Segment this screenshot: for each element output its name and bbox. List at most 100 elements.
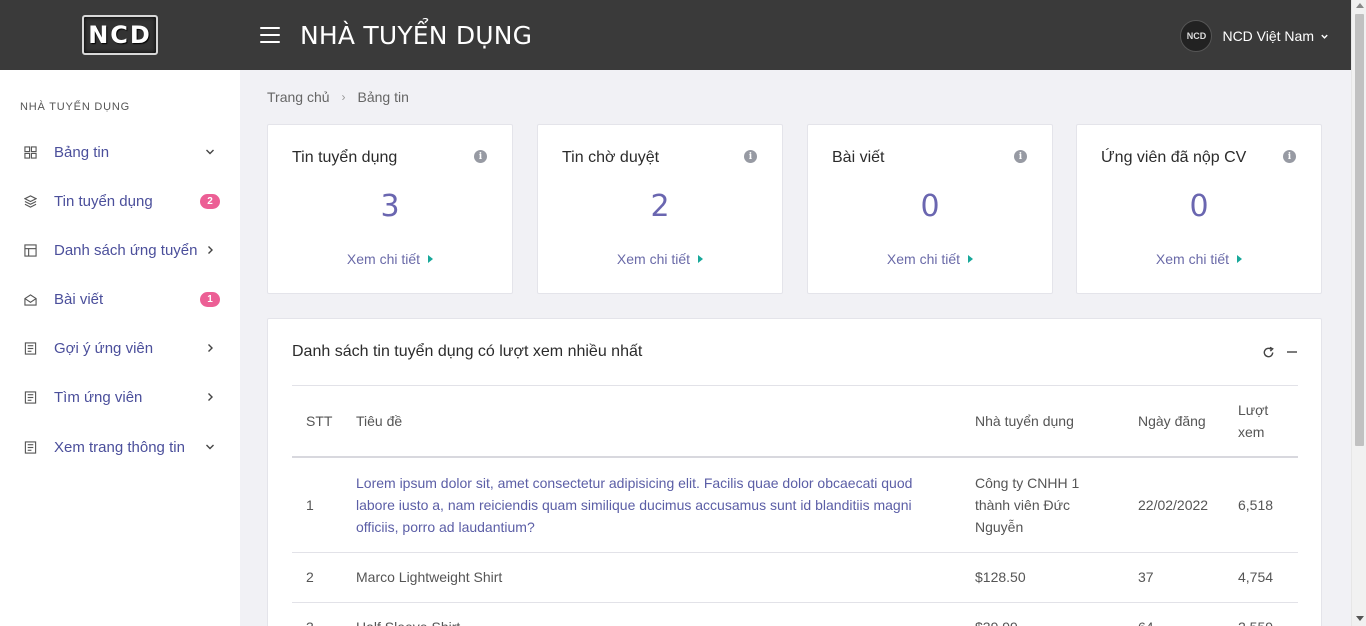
column-header-employer[interactable]: Nhà tuyển dụng <box>975 386 1138 457</box>
sidebar-item-bang-tin[interactable]: Bảng tin <box>0 132 240 172</box>
count-badge: 2 <box>200 193 220 209</box>
view-details-link[interactable]: Xem chi tiết <box>808 251 1052 267</box>
layout-icon <box>24 243 37 257</box>
sidebar-item-label: Tin tuyển dụng <box>54 192 153 210</box>
cell-title-link[interactable]: Marco Lightweight Shirt <box>356 552 975 602</box>
scroll-up-icon[interactable] <box>1356 3 1364 8</box>
sidebar-item-label: Gợi ý ứng viên <box>54 339 154 357</box>
stat-card-tin-cho-duyet: Tin chờ duyệt i 2 Xem chi tiết <box>537 124 783 294</box>
scroll-thumb[interactable] <box>1355 14 1364 446</box>
cell-employer: $128.50 <box>975 569 1026 585</box>
view-details-label: Xem chi tiết <box>886 251 961 267</box>
view-details-label: Xem chi tiết <box>1155 251 1230 267</box>
sidebar-item-label: Tìm ứng viên <box>54 388 143 406</box>
stat-card-title: Ứng viên đã nộp CV <box>1101 149 1247 166</box>
cell-date: 37 <box>1138 569 1154 585</box>
breadcrumb-current: Bảng tin <box>357 89 409 105</box>
document-icon <box>24 341 37 355</box>
cell-date: 64 <box>1138 602 1238 626</box>
cell-title-link[interactable]: Lorem ipsum dolor sit, amet consectetur … <box>356 457 975 553</box>
sidebar-item-label: Bài viết <box>54 290 104 308</box>
view-details-label: Xem chi tiết <box>346 251 421 267</box>
breadcrumb-home[interactable]: Trang chủ <box>267 89 330 105</box>
info-icon[interactable]: i <box>1283 150 1296 163</box>
sidebar-section-title: NHÀ TUYỂN DỤNG <box>20 101 131 113</box>
view-details-link[interactable]: Xem chi tiết <box>1077 251 1321 267</box>
view-details-link[interactable]: Xem chi tiết <box>268 251 512 267</box>
column-header-title[interactable]: Tiêu đề <box>356 386 975 457</box>
breadcrumb-separator: › <box>341 90 346 104</box>
document-icon <box>24 440 37 454</box>
sidebar-item-bai-viet[interactable]: Bài viết 1 <box>0 279 240 319</box>
table-row[interactable]: 1 Lorem ipsum dolor sit, amet consectetu… <box>292 457 1298 553</box>
stat-card-value: 2 <box>650 189 670 224</box>
cell-views: 6,518 <box>1238 496 1274 513</box>
table-header-row: STT Tiêu đề Nhà tuyển dụng Ngày đăng Lượ… <box>292 385 1298 457</box>
sidebar-item-label: Bảng tin <box>54 143 110 161</box>
count-badge: 1 <box>200 291 220 307</box>
document-icon <box>24 390 37 404</box>
stat-card-tin-tuyen-dung: Tin tuyển dụng i 3 Xem chi tiết <box>267 124 513 294</box>
user-menu[interactable]: NCD NCD Việt Nam <box>1180 20 1329 52</box>
page-scrollbar[interactable] <box>1351 0 1366 626</box>
table-row[interactable]: 3 Half Sleeve Shirt $39.99 64 2,559 <box>292 602 1298 626</box>
brand-logo[interactable]: NCD <box>82 15 158 55</box>
panel-tools <box>1261 345 1299 359</box>
sidebar-item-tin-tuyen-dung[interactable]: Tin tuyển dụng 2 <box>0 181 240 221</box>
sidebar-item-tim-ung-vien[interactable]: Tìm ứng viên <box>0 377 240 417</box>
info-icon[interactable]: i <box>744 150 757 163</box>
most-viewed-jobs-panel: Danh sách tin tuyển dụng có lượt xem nhi… <box>267 318 1322 626</box>
scroll-down-icon[interactable] <box>1356 616 1364 621</box>
chevron-down-icon <box>206 149 214 155</box>
caret-right-icon <box>698 255 704 263</box>
stat-card-value: 3 <box>380 189 400 224</box>
page-title: NHÀ TUYỂN DỤNG <box>300 20 533 50</box>
cell-date: 22/02/2022 <box>1138 496 1209 513</box>
table-row[interactable]: 2 Marco Lightweight Shirt $128.50 37 4,7… <box>292 552 1298 602</box>
cell-stt: 2 <box>306 569 314 585</box>
breadcrumb: Trang chủ › Bảng tin <box>267 89 409 105</box>
column-header-views[interactable]: Lượt xem <box>1238 386 1298 457</box>
chevron-right-icon <box>208 344 213 352</box>
layers-icon <box>24 194 37 208</box>
panel-title: Danh sách tin tuyển dụng có lượt xem nhi… <box>292 343 643 360</box>
cell-stt: 3 <box>292 602 356 626</box>
view-details-label: Xem chi tiết <box>616 251 691 267</box>
sidebar-item-goi-y-ung-vien[interactable]: Gợi ý ứng viên <box>0 328 240 368</box>
collapse-icon[interactable] <box>1285 345 1299 359</box>
jobs-table: STT Tiêu đề Nhà tuyển dụng Ngày đăng Lượ… <box>292 385 1298 626</box>
chevron-down-icon <box>206 444 214 450</box>
column-header-date[interactable]: Ngày đăng <box>1138 386 1238 457</box>
sidebar-item-label: Danh sách ứng tuyển <box>54 241 198 259</box>
column-header-stt[interactable]: STT <box>292 386 356 457</box>
top-header: NHÀ TUYỂN DỤNG NCD NCD Việt Nam <box>240 0 1351 70</box>
caret-right-icon <box>1237 255 1243 263</box>
menu-toggle-icon[interactable] <box>260 27 280 43</box>
refresh-icon[interactable] <box>1261 345 1275 359</box>
stat-card-title: Tin chờ duyệt <box>562 149 660 166</box>
sidebar-item-danh-sach-ung-tuyen[interactable]: Danh sách ứng tuyển <box>0 230 240 270</box>
stat-card-value: 0 <box>1189 189 1209 224</box>
cell-employer: $39.99 <box>975 602 1138 626</box>
caret-right-icon <box>428 255 434 263</box>
cell-employer: Công ty CNHH 1 thành viên Đức Nguyễn <box>975 474 1080 535</box>
mail-open-icon <box>24 293 37 306</box>
info-icon[interactable]: i <box>1014 150 1027 163</box>
stat-card-title: Bài viết <box>832 149 885 166</box>
grid-icon <box>24 145 37 159</box>
stat-card-title: Tin tuyển dụng <box>292 149 398 166</box>
cell-views: 2,559 <box>1238 602 1298 626</box>
logo-area[interactable]: NCD <box>0 0 240 70</box>
stat-card-bai-viet: Bài viết i 0 Xem chi tiết <box>807 124 1053 294</box>
caret-right-icon <box>968 255 974 263</box>
cell-title-link[interactable]: Half Sleeve Shirt <box>356 602 975 626</box>
user-name: NCD Việt Nam <box>1222 28 1314 44</box>
info-icon[interactable]: i <box>474 150 487 163</box>
sidebar-item-xem-trang-thong-tin[interactable]: Xem trang thông tin <box>0 427 240 467</box>
chevron-right-icon <box>208 393 213 401</box>
chevron-right-icon <box>208 246 213 254</box>
view-details-link[interactable]: Xem chi tiết <box>538 251 782 267</box>
avatar: NCD <box>1180 20 1213 52</box>
sidebar: NHÀ TUYỂN DỤNG Bảng tin Tin tuyển dụng 2… <box>0 70 240 626</box>
sidebar-item-label: Xem trang thông tin <box>54 438 185 456</box>
